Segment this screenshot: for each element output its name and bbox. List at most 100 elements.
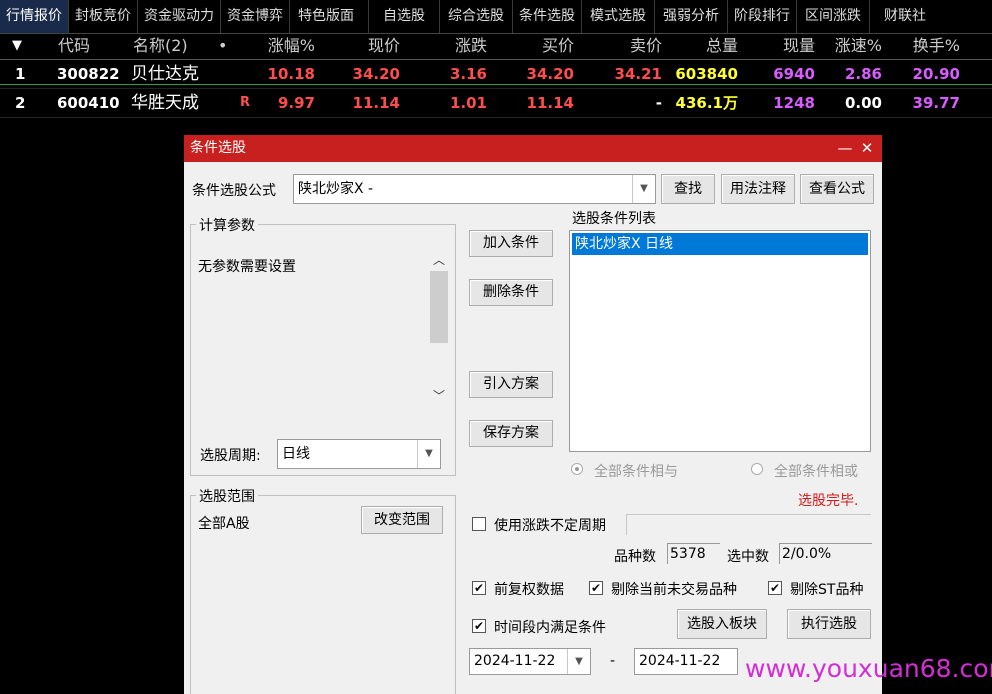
header-price[interactable]: 现价 (368, 33, 400, 59)
header-speed[interactable]: 涨速% (835, 33, 882, 59)
change: 1.01 (449, 94, 487, 112)
header-change[interactable]: 涨跌 (455, 33, 487, 59)
price: 11.14 (352, 94, 400, 112)
change-pct: 9.97 (277, 94, 315, 112)
execute-button[interactable]: 执行选股 (787, 609, 871, 639)
params-group-title: 计算参数 (196, 215, 258, 235)
header-code[interactable]: 代码 (58, 33, 90, 59)
tab-capital-game[interactable]: 资金博弈 (221, 0, 290, 33)
find-button[interactable]: 查找 (661, 174, 715, 204)
time-range-label: 时间段内满足条件 (494, 620, 606, 636)
stock-name: 华胜天成 (131, 93, 199, 113)
header-volume[interactable]: 总量 (706, 33, 738, 59)
formula-label: 条件选股公式 (192, 183, 276, 199)
selected-value: 2/0.0% (779, 543, 872, 564)
top-tab-bar: 行情报价 封板竞价 资金驱动力 资金博弈 特色版面 自选股 综合选股 条件选股 … (0, 0, 992, 34)
header-turnover[interactable]: 换手% (913, 33, 960, 59)
exclude-notrade-label: 剔除当前未交易品种 (611, 582, 737, 598)
bid: 11.14 (526, 94, 574, 112)
date-to-value: 2024-11-22 (639, 653, 721, 669)
chevron-down-icon[interactable]: ▼ (632, 175, 655, 203)
condition-list-label: 选股条件列表 (572, 211, 656, 227)
table-header: ▼ 代码 名称(2) • 涨幅% 现价 涨跌 买价 卖价 总量 现量 涨速% 换… (0, 33, 992, 60)
view-formula-button[interactable]: 查看公式 (800, 174, 874, 204)
variable-period-field[interactable] (626, 514, 871, 535)
fq-label: 前复权数据 (494, 582, 564, 598)
watermark-text: www.youxuan68.com (745, 654, 992, 683)
header-ask[interactable]: 卖价 (630, 33, 662, 59)
variable-period-checkbox[interactable] (472, 517, 486, 531)
count-label: 品种数 (614, 549, 656, 565)
usage-button[interactable]: 用法注释 (721, 174, 795, 204)
formula-select[interactable]: 陕北炒家X - ▼ (293, 174, 656, 204)
header-change-pct[interactable]: 涨幅% (268, 33, 315, 59)
time-range-checkbox[interactable]: ✔ (472, 619, 486, 633)
stock-code: 600410 (57, 94, 120, 112)
import-plan-button[interactable]: 引入方案 (469, 371, 553, 398)
scroll-up-icon[interactable]: ︿ (433, 251, 445, 268)
tab-pattern-pick[interactable]: 模式选股 (582, 0, 655, 33)
header-cur-vol[interactable]: 现量 (783, 33, 815, 59)
save-plan-button[interactable]: 保存方案 (469, 420, 553, 447)
status-text: 选股完毕. (798, 493, 859, 509)
tab-condition-pick[interactable]: 条件选股 (513, 0, 582, 33)
current-volume: 1248 (773, 94, 815, 112)
tab-range-change[interactable]: 区间涨跌 (797, 0, 870, 33)
dialog-title: 条件选股 (190, 140, 246, 156)
exclude-notrade-checkbox[interactable]: ✔ (589, 581, 603, 595)
row-number: 2 (15, 94, 26, 112)
minimize-icon[interactable]: — (834, 135, 856, 162)
header-dot: • (218, 36, 228, 55)
list-item[interactable]: 陕北炒家X 日线 (572, 233, 868, 255)
quote-table: ▼ 代码 名称(2) • 涨幅% 现价 涨跌 买价 卖价 总量 现量 涨速% 换… (0, 33, 992, 118)
margin-flag-icon: R (240, 95, 251, 110)
date-from-picker[interactable]: 2024-11-22 ▼ (469, 648, 591, 675)
scope-value: 全部A股 (198, 516, 250, 532)
tab-stage-ranking[interactable]: 阶段排行 (728, 0, 797, 33)
date-separator: - (610, 653, 616, 669)
chevron-down-icon[interactable]: ▼ (417, 440, 440, 468)
tab-sealing-bid[interactable]: 封板竞价 (69, 0, 138, 33)
speed: 0.00 (844, 94, 882, 112)
exclude-st-label: 剔除ST品种 (790, 582, 864, 598)
variable-period-label: 使用涨跌不定周期 (494, 518, 606, 534)
ask: - (655, 94, 662, 112)
table-row[interactable]: 2 600410 华胜天成 R 9.97 11.14 1.01 11.14 - … (0, 89, 992, 118)
scroll-down-icon[interactable]: ﹀ (433, 387, 445, 404)
tab-quotes[interactable]: 行情报价 (0, 0, 69, 33)
delete-condition-button[interactable]: 删除条件 (469, 279, 553, 306)
tab-strength-analysis[interactable]: 强弱分析 (655, 0, 728, 33)
turnover: 39.77 (912, 94, 960, 112)
header-bid[interactable]: 买价 (542, 33, 574, 59)
add-condition-button[interactable]: 加入条件 (469, 230, 553, 257)
tab-capital-driver[interactable]: 资金驱动力 (138, 0, 221, 33)
date-from-value: 2024-11-22 (474, 653, 556, 669)
to-board-button[interactable]: 选股入板块 (677, 609, 767, 639)
radio-and[interactable] (571, 463, 583, 475)
sort-arrow-icon[interactable]: ▼ (12, 33, 22, 59)
row-selection-line (0, 84, 992, 85)
radio-and-label: 全部条件相与 (594, 464, 678, 480)
tab-watchlist[interactable]: 自选股 (369, 0, 440, 33)
scroll-thumb[interactable] (430, 271, 448, 343)
radio-or-label: 全部条件相或 (774, 464, 858, 480)
tab-feature-layout[interactable]: 特色版面 (290, 0, 369, 33)
tab-composite-pick[interactable]: 综合选股 (440, 0, 513, 33)
dialog-titlebar[interactable]: 条件选股 — ✕ (184, 135, 882, 162)
header-name[interactable]: 名称(2) (133, 33, 188, 59)
period-select[interactable]: 日线 ▼ (277, 439, 441, 469)
period-label: 选股周期: (200, 448, 261, 464)
exclude-st-checkbox[interactable]: ✔ (768, 581, 782, 595)
radio-or[interactable] (751, 463, 763, 475)
tab-cls[interactable]: 财联社 (870, 0, 934, 33)
fq-checkbox[interactable]: ✔ (472, 581, 486, 595)
close-icon[interactable]: ✕ (856, 135, 878, 162)
date-to-picker[interactable]: 2024-11-22 (634, 648, 738, 675)
chevron-down-icon[interactable]: ▼ (567, 649, 590, 674)
count-value: 5378 (667, 543, 720, 564)
change-scope-button[interactable]: 改变范围 (361, 506, 443, 534)
scope-group-title: 选股范围 (196, 486, 258, 506)
condition-pick-dialog: 条件选股 — ✕ 条件选股公式 陕北炒家X - ▼ 查找 用法注释 查看公式 计… (184, 135, 882, 694)
condition-listbox[interactable]: 陕北炒家X 日线 (569, 230, 871, 452)
params-scrollbar[interactable]: ︿ ﹀ (429, 245, 449, 407)
